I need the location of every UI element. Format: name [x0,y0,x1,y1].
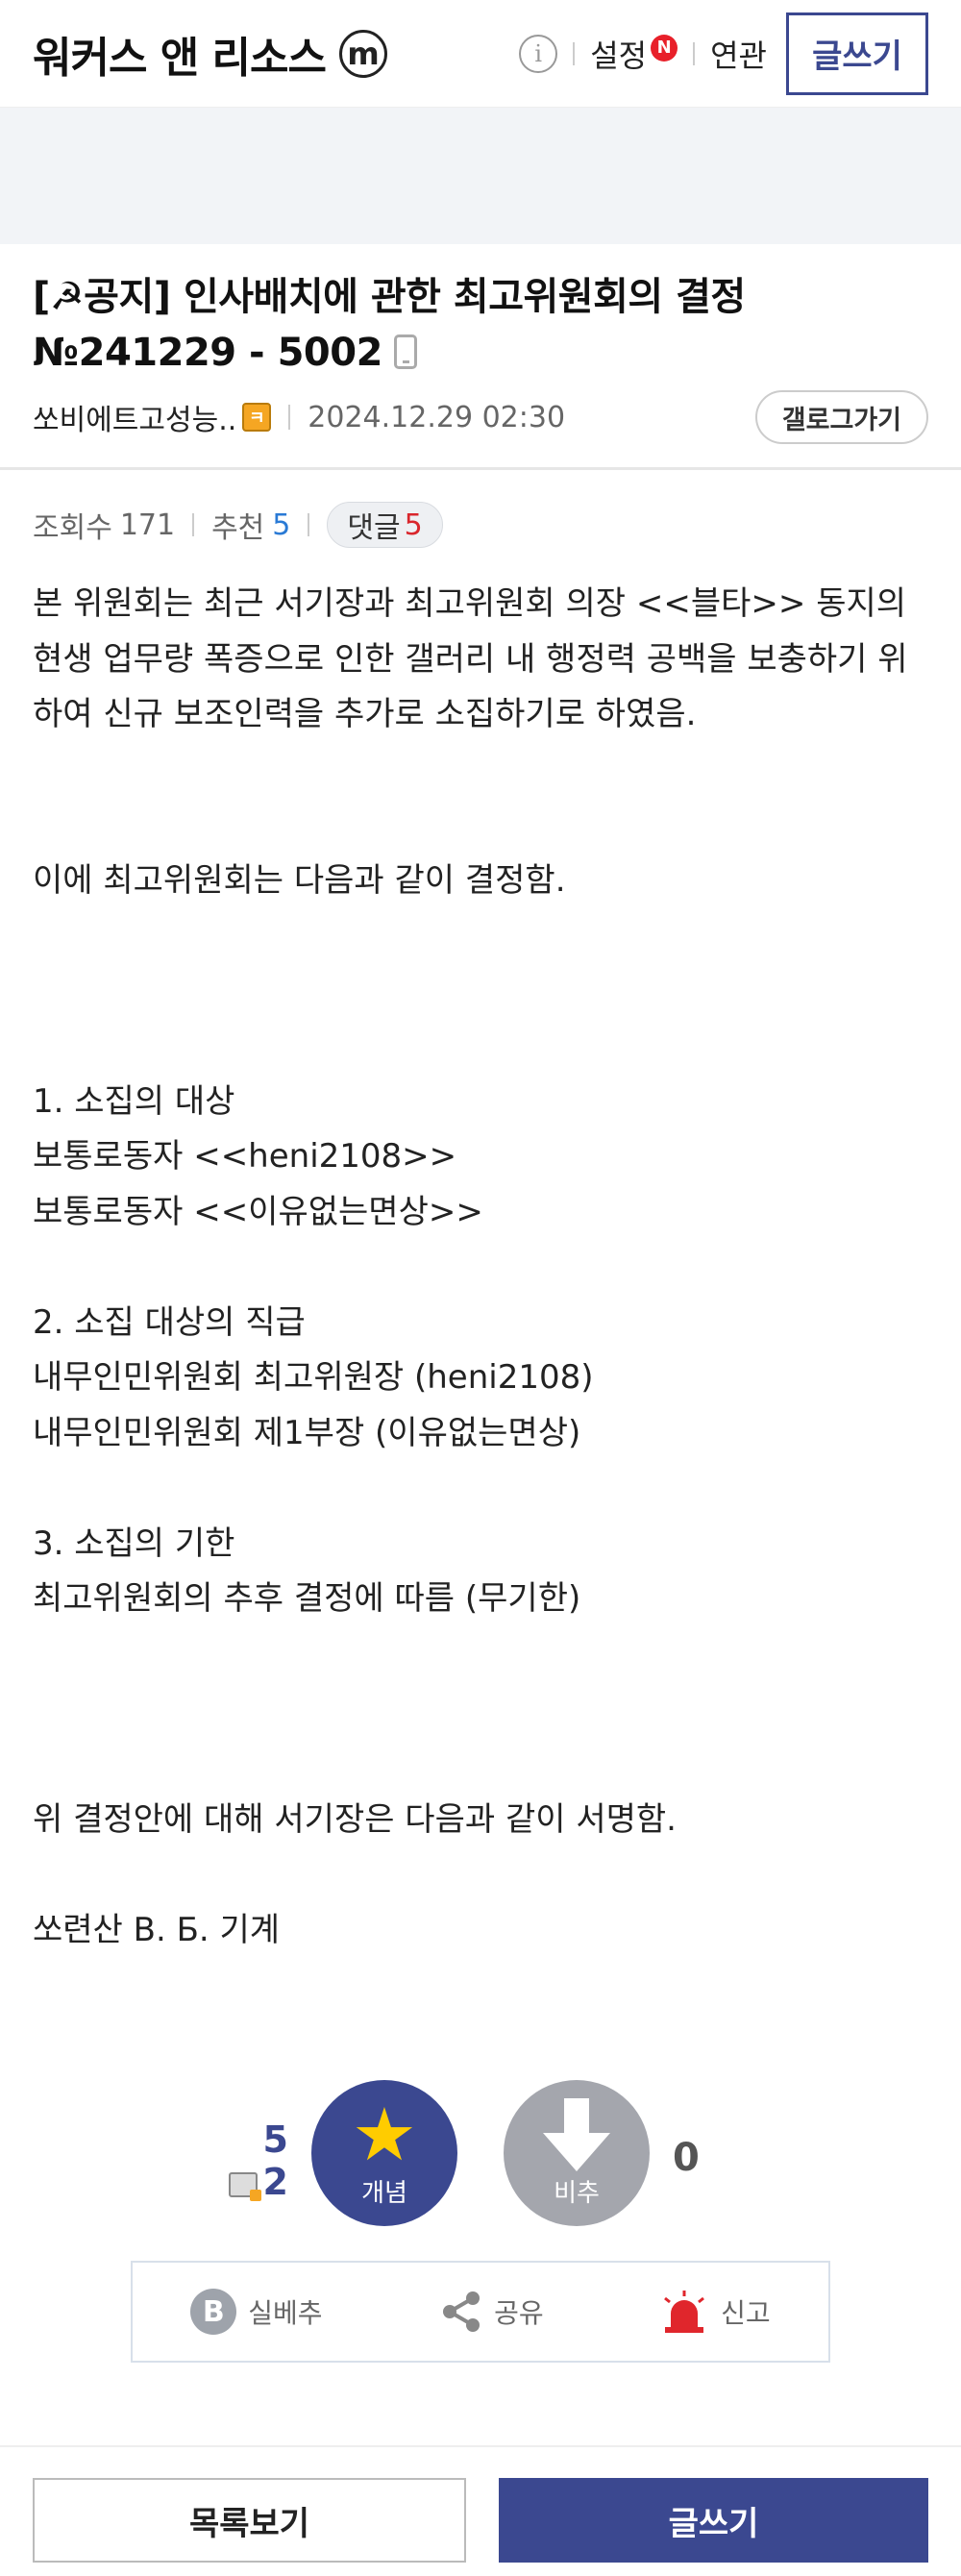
fixed-up-count-row: 2 [228,2161,288,2203]
header-separator [573,41,576,65]
upvote-button[interactable]: ★ 개념 [311,2080,457,2226]
content-line [33,1848,936,1904]
divider [0,2445,961,2447]
share-button[interactable]: 공유 [438,2289,544,2335]
settings-label: 설정 [590,37,648,74]
comment-label: 댓글 [347,511,401,545]
content-line: 위 결정안에 대해 서기장은 다음과 같이 서명함. [33,1800,677,1839]
downvote-label: 비추 [554,2178,600,2208]
share-label: 공유 [494,2297,544,2329]
recommend-label: 추천 [211,511,265,545]
downvote-button[interactable]: 비추 [504,2080,650,2226]
header-separator [693,41,696,65]
ad-banner-area [0,108,961,244]
b-icon: B [190,2289,237,2335]
settings-link[interactable]: 설정 N [590,32,678,76]
content-line [33,964,936,1020]
post-date: 2024.12.29 02:30 [308,400,566,434]
info-icon[interactable]: i [519,34,558,73]
write-button-bottom[interactable]: 글쓰기 [499,2478,928,2563]
content-line: 3. 소집의 기한 [33,1523,235,1563]
silbe-recommend-button[interactable]: B 실베추 [190,2289,323,2335]
mobile-icon [393,334,417,369]
recommend-count: 5 [272,508,291,542]
content-line [33,743,936,799]
write-button-top[interactable]: 글쓰기 [786,12,928,95]
content-line: 본 위원회는 최근 서기장과 최고위원회 의장 <<블타>> 동지의 현생 업무… [33,584,917,733]
post-content: 본 위원회는 최근 서기장과 최고위원회 의장 <<블타>> 동지의 현생 업무… [33,577,936,1959]
content-line [33,1738,936,1794]
content-line: 내무인민위원회 제1부장 (이유없는면상) [33,1413,581,1452]
content-line [33,1461,936,1517]
share-icon [443,2291,480,2332]
content-line: 쏘련산 В. Б. 기계 [33,1911,281,1949]
action-bar: B 실베추 공유 신고 [131,2261,830,2363]
silbe-label: 실베추 [248,2297,323,2329]
gallog-button[interactable]: 갤로그가기 [754,390,928,444]
related-link[interactable]: 연관 [710,32,767,76]
gallery-title[interactable]: 워커스 앤 리소스 [33,23,327,85]
fixed-nick-icon: ㅋ [242,403,272,432]
content-line [33,908,936,964]
content-line [33,798,936,854]
list-button[interactable]: 목록보기 [33,2478,466,2563]
content-line: 최고위원회의 추후 결정에 따름 (무기한) [33,1579,581,1618]
post-stats: 조회수 171 추천 5 댓글 5 [33,498,443,552]
post-title: [☭공지] 인사배치에 관한 최고위원회의 결정 №241229 - 5002 [33,269,936,381]
fixed-up-count: 2 [262,2161,288,2203]
top-header: 워커스 앤 리소스 m i 설정 N 연관 글쓰기 [0,0,961,108]
bottom-bar: 목록보기 글쓰기 [33,2478,928,2563]
stats-separator [192,513,195,536]
recommend-area: 5 2 ★ 개념 비추 0 [0,2080,961,2226]
post-title-text: [☭공지] 인사배치에 관한 최고위원회의 결정 №241229 - 5002 [33,275,746,375]
content-line [33,1682,936,1738]
star-icon: ★ [351,2091,418,2177]
content-line: 보통로동자 <<heni2108>> [33,1137,457,1176]
upvote-label: 개념 [361,2178,407,2208]
views-count: 171 [119,508,176,542]
header-menu: i 설정 N 연관 글쓰기 [519,12,928,95]
recommend-up-count: 5 2 [228,2118,288,2203]
content-line: 내무인민위원회 최고위원장 (heni2108) [33,1358,594,1397]
content-line: 2. 소집 대상의 직급 [33,1302,306,1342]
report-label: 신고 [721,2297,771,2329]
post-meta: 쏘비에트고성능.. ㅋ 2024.12.29 02:30 갤로그가기 [33,390,928,444]
content-line: 1. 소집의 대상 [33,1081,235,1121]
author-name[interactable]: 쏘비에트고성능.. [33,396,236,438]
fixed-user-icon [228,2172,261,2201]
content-line: 보통로동자 <<이유없는면상>> [33,1192,483,1231]
minor-gallery-icon: m [339,29,387,78]
content-line [33,1627,936,1683]
content-line [33,1240,936,1296]
siren-icon [664,2291,705,2333]
meta-separator [288,405,291,430]
stats-separator [308,513,310,536]
content-line: 이에 최고위원회는 다음과 같이 결정함. [33,860,566,900]
down-arrow-icon [543,2097,610,2171]
new-badge: N [651,34,678,62]
comment-count: 5 [404,508,423,542]
up-count: 5 [262,2118,288,2161]
content-line [33,1019,936,1075]
divider [0,467,961,470]
comment-count-button[interactable]: 댓글 5 [327,502,443,548]
views-label: 조회수 [33,511,112,545]
down-count: 0 [673,2136,700,2180]
report-button[interactable]: 신고 [659,2289,771,2335]
